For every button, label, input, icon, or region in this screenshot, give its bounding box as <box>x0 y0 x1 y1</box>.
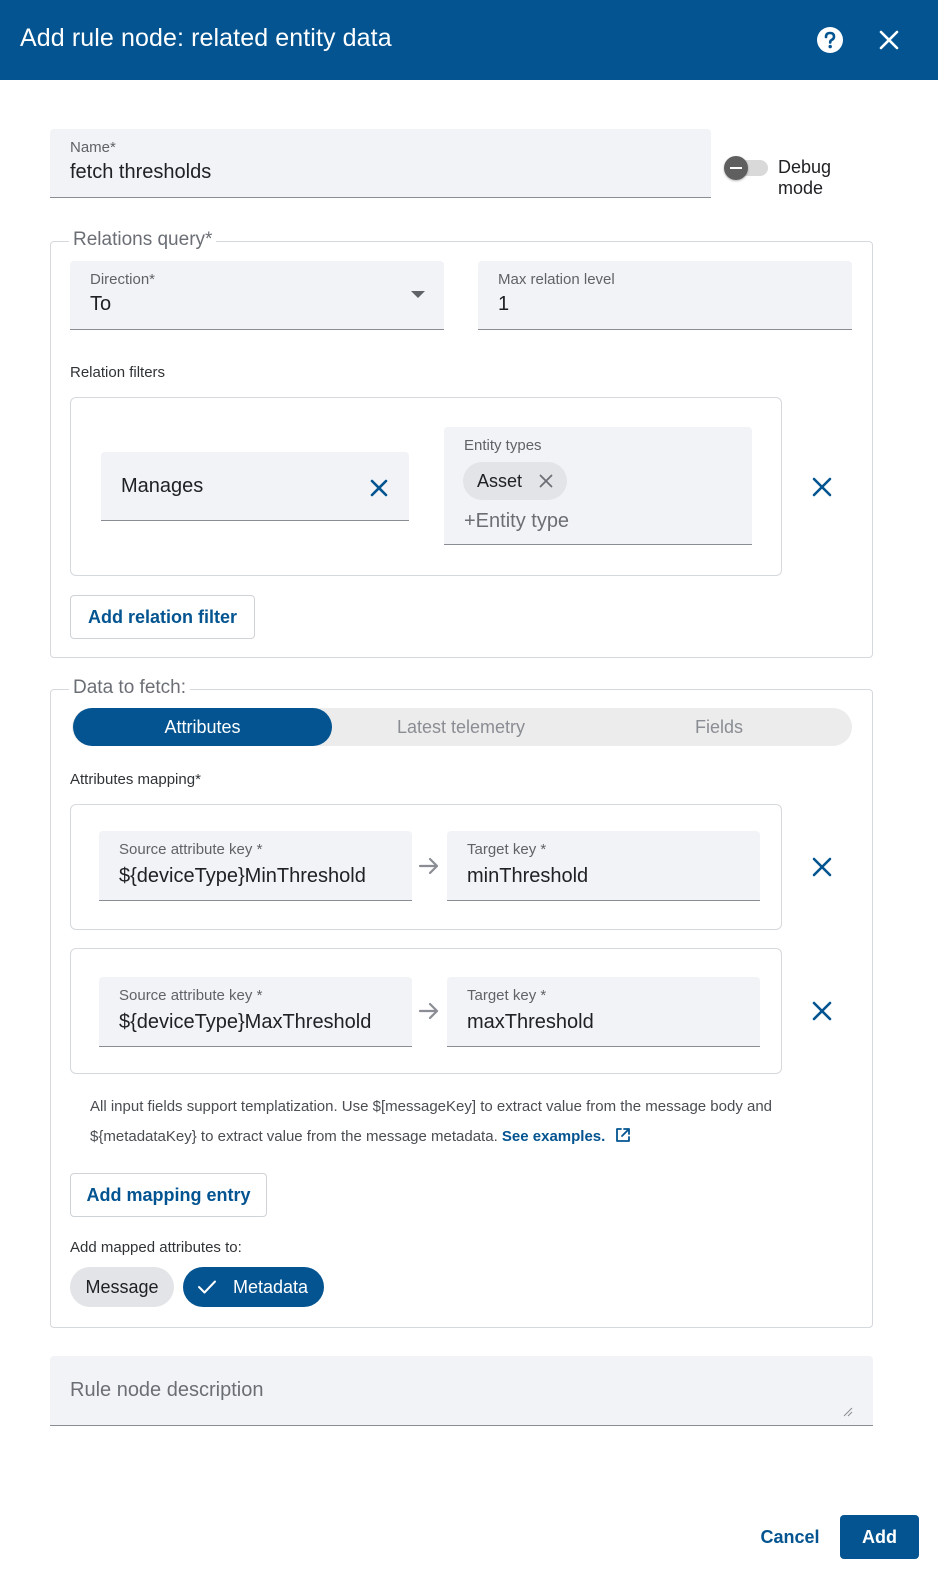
see-examples-link[interactable]: See examples. <box>502 1128 632 1145</box>
add-mapping-entry-button[interactable]: Add mapping entry <box>70 1173 267 1217</box>
debug-mode-label: Debug mode <box>778 157 832 198</box>
dialog-title: Add rule node: related entity data <box>20 24 392 52</box>
metadata-option[interactable]: Metadata <box>183 1267 324 1307</box>
relation-type-value: Manages <box>121 475 204 497</box>
dialog-header: Add rule node: related entity data <box>0 0 938 80</box>
close-dialog-button[interactable] <box>869 20 909 60</box>
entity-types-label: Entity types <box>464 437 542 454</box>
external-link-icon <box>616 1128 631 1142</box>
dropdown-arrow-icon <box>411 291 425 298</box>
resize-handle-icon[interactable] <box>843 1407 853 1417</box>
source-key-value: ${deviceType}MaxThreshold <box>119 1011 372 1033</box>
data-to-fetch-legend: Data to fetch: <box>69 677 191 699</box>
add-mapped-attributes-label: Add mapped attributes to: <box>70 1239 242 1256</box>
tab-fields[interactable]: Fields <box>590 708 848 746</box>
max-relation-level-label: Max relation level <box>498 271 615 288</box>
close-icon <box>812 857 832 877</box>
direction-select[interactable]: Direction* To <box>70 261 444 330</box>
close-icon <box>370 479 388 497</box>
data-type-toggle-group: Attributes Latest telemetry Fields <box>72 708 852 746</box>
relation-type-field[interactable]: Manages <box>101 452 409 521</box>
add-relation-filter-button[interactable]: Add relation filter <box>70 595 255 639</box>
help-button[interactable] <box>810 20 850 60</box>
remove-mapping-button[interactable] <box>802 847 842 887</box>
description-placeholder: Rule node description <box>70 1379 264 1401</box>
target-key-field[interactable]: Target key * maxThreshold <box>447 977 760 1047</box>
max-relation-level-value: 1 <box>498 293 510 315</box>
close-icon <box>539 474 553 488</box>
add-button[interactable]: Add <box>840 1515 919 1559</box>
help-circle-icon <box>817 27 843 53</box>
toggle-thumb <box>724 156 748 180</box>
relation-filters-label: Relation filters <box>70 364 166 381</box>
close-icon <box>812 477 832 497</box>
target-key-value: minThreshold <box>467 865 589 887</box>
name-field-value: fetch thresholds <box>70 161 212 183</box>
cancel-button[interactable]: Cancel <box>752 1515 828 1559</box>
metadata-option-label: Metadata <box>233 1276 309 1297</box>
entity-type-chip-label: Asset <box>477 470 523 491</box>
direction-label: Direction* <box>90 271 156 288</box>
entity-type-chip: Asset <box>463 462 567 500</box>
name-field[interactable]: Name* fetch thresholds <box>50 129 711 198</box>
target-key-value: maxThreshold <box>467 1011 594 1033</box>
close-icon <box>812 1001 832 1021</box>
arrow-right-icon <box>418 857 439 875</box>
remove-chip-button[interactable] <box>539 474 553 488</box>
entity-types-field[interactable]: Entity types Asset +Entity type <box>444 427 752 545</box>
source-attribute-key-field[interactable]: Source attribute key * ${deviceType}MinT… <box>99 831 412 901</box>
source-key-label: Source attribute key * <box>119 987 263 1004</box>
relations-query-legend: Relations query* <box>69 229 217 251</box>
templatization-hint: All input fields support templatization.… <box>90 1092 850 1152</box>
check-icon <box>198 1280 216 1294</box>
name-field-label: Name* <box>70 139 116 156</box>
rule-node-description-field[interactable]: Rule node description <box>50 1356 873 1426</box>
target-key-label: Target key * <box>467 841 547 858</box>
tab-latest-telemetry[interactable]: Latest telemetry <box>332 708 590 746</box>
source-key-label: Source attribute key * <box>119 841 263 858</box>
clear-relation-type-button[interactable] <box>365 474 393 502</box>
source-attribute-key-field[interactable]: Source attribute key * ${deviceType}MaxT… <box>99 977 412 1047</box>
target-key-label: Target key * <box>467 987 547 1004</box>
remove-relation-filter-button[interactable] <box>802 467 842 507</box>
entity-type-input[interactable]: +Entity type <box>464 510 569 533</box>
direction-value: To <box>90 293 112 315</box>
hint-text: All input fields support templatization.… <box>90 1098 773 1145</box>
close-icon <box>879 30 899 50</box>
target-key-field[interactable]: Target key * minThreshold <box>447 831 760 901</box>
arrow-right-icon <box>418 1002 439 1020</box>
message-option[interactable]: Message <box>70 1267 174 1307</box>
remove-mapping-button[interactable] <box>802 991 842 1031</box>
attributes-mapping-label: Attributes mapping* <box>70 771 201 788</box>
source-key-value: ${deviceType}MinThreshold <box>119 865 366 887</box>
max-relation-level-field[interactable]: Max relation level 1 <box>478 261 852 330</box>
tab-attributes[interactable]: Attributes <box>73 708 332 746</box>
debug-mode-toggle[interactable]: Debug mode <box>724 154 876 198</box>
